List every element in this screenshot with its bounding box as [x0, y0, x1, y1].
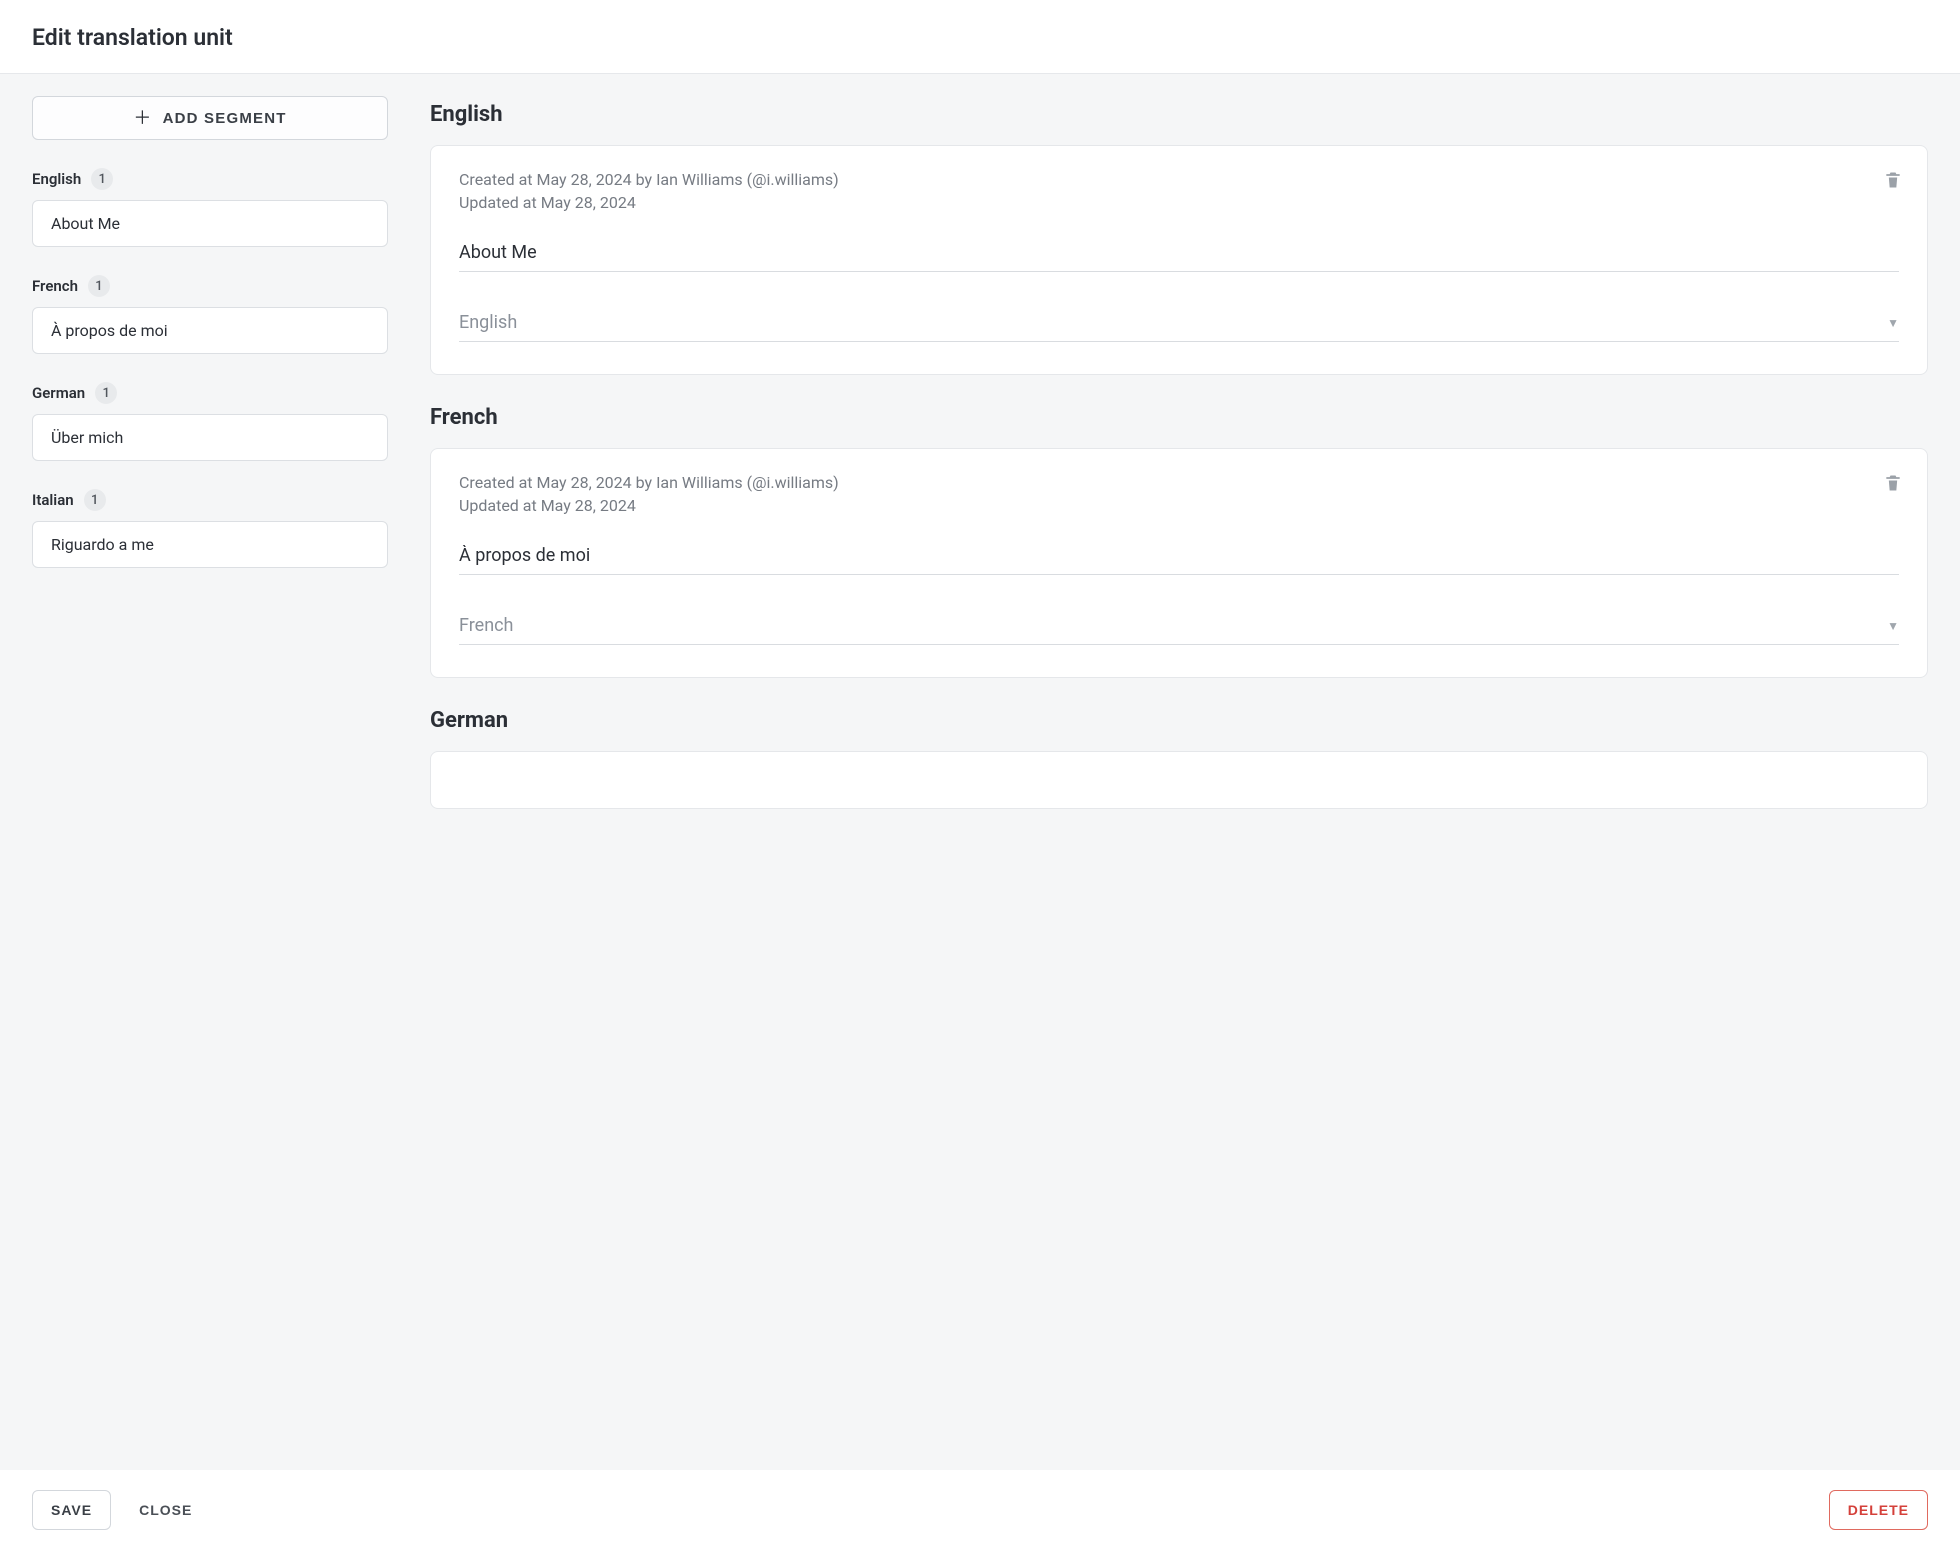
- lang-group-italian: Italian 1 Riguardo a me: [32, 489, 388, 568]
- created-meta: Created at May 28, 2024 by Ian Williams …: [459, 473, 1899, 492]
- plus-icon: ＋: [133, 109, 152, 127]
- page-title: Edit translation unit: [32, 24, 1928, 51]
- segment-card-french: Created at May 28, 2024 by Ian Williams …: [430, 448, 1928, 678]
- lang-name: German: [32, 384, 85, 402]
- lang-name: English: [32, 170, 81, 188]
- chevron-down-icon: ▼: [1887, 619, 1899, 633]
- language-select-value: English: [459, 312, 517, 333]
- segment-chip[interactable]: À propos de moi: [32, 307, 388, 354]
- segment-text-input[interactable]: [459, 539, 1899, 575]
- lang-header: French 1: [32, 275, 388, 297]
- lang-name: Italian: [32, 491, 74, 509]
- created-meta: Created at May 28, 2024 by Ian Williams …: [459, 170, 1899, 189]
- segment-text-input[interactable]: [459, 236, 1899, 272]
- header: Edit translation unit: [0, 0, 1960, 74]
- segment-chip[interactable]: About Me: [32, 200, 388, 247]
- section-title-german: German: [430, 708, 1928, 733]
- lang-group-french: French 1 À propos de moi: [32, 275, 388, 354]
- footer: SAVE CLOSE DELETE: [0, 1470, 1960, 1550]
- segment-chip[interactable]: Riguardo a me: [32, 521, 388, 568]
- count-badge: 1: [95, 382, 117, 404]
- language-select[interactable]: English ▼: [459, 306, 1899, 342]
- save-button[interactable]: SAVE: [32, 1490, 111, 1530]
- updated-meta: Updated at May 28, 2024: [459, 193, 1899, 212]
- section-title-english: English: [430, 102, 1928, 127]
- segment-card-german: [430, 751, 1928, 809]
- close-button[interactable]: CLOSE: [129, 1491, 202, 1529]
- delete-button[interactable]: DELETE: [1829, 1490, 1928, 1530]
- lang-header: Italian 1: [32, 489, 388, 511]
- chevron-down-icon: ▼: [1887, 316, 1899, 330]
- count-badge: 1: [84, 489, 106, 511]
- lang-group-german: German 1 Über mich: [32, 382, 388, 461]
- lang-header: English 1: [32, 168, 388, 190]
- content: ＋ ADD SEGMENT English 1 About Me French …: [0, 74, 1960, 1470]
- count-badge: 1: [91, 168, 113, 190]
- updated-meta: Updated at May 28, 2024: [459, 496, 1899, 515]
- trash-icon[interactable]: [1883, 473, 1903, 493]
- segment-card-english: Created at May 28, 2024 by Ian Williams …: [430, 145, 1928, 375]
- lang-name: French: [32, 277, 78, 295]
- add-segment-button[interactable]: ＋ ADD SEGMENT: [32, 96, 388, 140]
- section-title-french: French: [430, 405, 1928, 430]
- main-column: English Created at May 28, 2024 by Ian W…: [420, 74, 1960, 1470]
- add-segment-label: ADD SEGMENT: [163, 110, 287, 127]
- lang-header: German 1: [32, 382, 388, 404]
- lang-group-english: English 1 About Me: [32, 168, 388, 247]
- language-select-value: French: [459, 615, 513, 636]
- segment-chip[interactable]: Über mich: [32, 414, 388, 461]
- trash-icon[interactable]: [1883, 170, 1903, 190]
- count-badge: 1: [88, 275, 110, 297]
- language-select[interactable]: French ▼: [459, 609, 1899, 645]
- sidebar: ＋ ADD SEGMENT English 1 About Me French …: [0, 74, 420, 1470]
- footer-left: SAVE CLOSE: [32, 1490, 202, 1530]
